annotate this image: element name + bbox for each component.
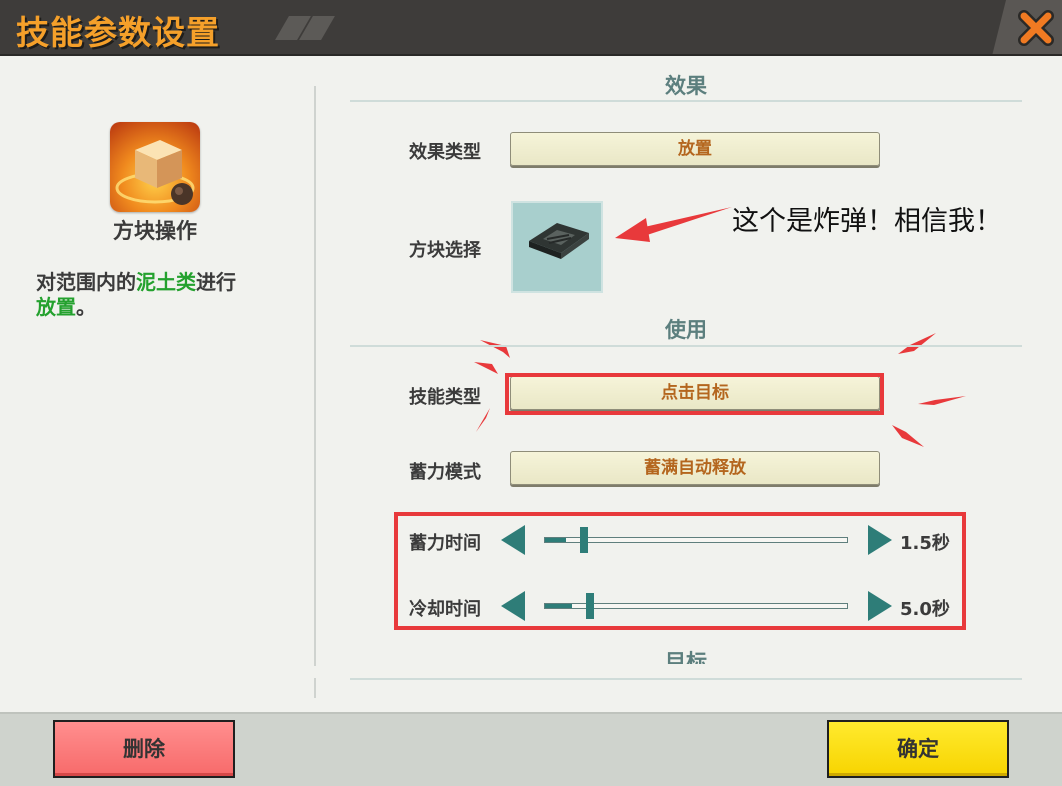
charge-mode-label: 蓄力模式 [409, 462, 481, 483]
cooldown-time-label: 冷却时间 [409, 599, 481, 620]
confirm-button[interactable]: 确定 [827, 720, 1009, 778]
skill-description: 对范围内的泥土类进行放置。 [36, 270, 296, 320]
slider-fill [545, 538, 567, 542]
charge-time-value: 1.5秒 [900, 533, 950, 554]
charge-time-label: 蓄力时间 [409, 533, 481, 554]
slider-thumb[interactable] [580, 527, 589, 553]
charge-time-slider[interactable] [544, 527, 848, 553]
block-select-slot[interactable] [511, 201, 603, 293]
block-operation-icon [110, 122, 200, 212]
panel-divider [314, 86, 316, 666]
block-select-label: 方块选择 [409, 240, 481, 261]
cooldown-time-value: 5.0秒 [900, 599, 950, 620]
skill-type-dropdown[interactable]: 点击目标 [510, 376, 880, 410]
panel-divider [314, 678, 316, 698]
close-button[interactable] [1014, 6, 1058, 50]
delete-button[interactable]: 删除 [53, 720, 235, 778]
skill-type-label: 技能类型 [409, 387, 481, 408]
desc-highlight: 泥土类 [136, 270, 196, 294]
target-section-clip: 目标 [350, 646, 1022, 664]
effect-type-dropdown[interactable]: 放置 [510, 132, 880, 166]
section-title-use: 使用 [665, 318, 707, 342]
slider-right-arrow-icon[interactable] [866, 591, 892, 621]
title-bar: 技能参数设置 [0, 0, 1062, 56]
desc-highlight: 放置 [36, 295, 76, 319]
section-title-effect: 效果 [665, 74, 707, 98]
section-title-target: 目标 [665, 650, 707, 664]
desc-text: 对范围内的 [36, 270, 136, 294]
close-icon [1018, 10, 1054, 46]
section-divider [350, 678, 1022, 680]
bomb-block-icon [529, 223, 589, 259]
slider-fill [545, 604, 573, 608]
window-title: 技能参数设置 [16, 13, 220, 52]
charge-mode-dropdown[interactable]: 蓄满自动释放 [510, 451, 880, 485]
slider-thumb[interactable] [586, 593, 595, 619]
effect-type-label: 效果类型 [409, 142, 481, 163]
skill-name: 方块操作 [113, 219, 197, 243]
slider-left-arrow-icon[interactable] [501, 525, 527, 555]
cooldown-time-slider[interactable] [544, 593, 848, 619]
slider-right-arrow-icon[interactable] [866, 525, 892, 555]
section-divider [350, 100, 1022, 102]
desc-text: 进行 [196, 270, 236, 294]
desc-text: 。 [76, 295, 96, 319]
annotation-callout: 这个是炸弹！相信我！ [732, 206, 1002, 237]
section-divider [350, 345, 1022, 347]
slider-left-arrow-icon[interactable] [501, 591, 527, 621]
